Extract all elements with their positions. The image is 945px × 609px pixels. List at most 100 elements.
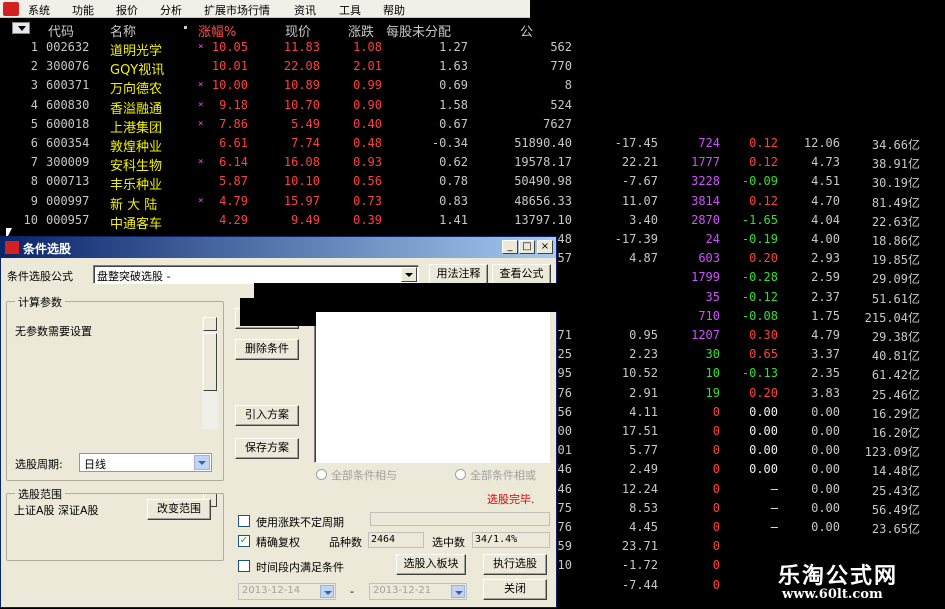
menu-system[interactable]: 系统: [28, 2, 50, 18]
col-z: 0: [712, 404, 720, 419]
col-v: 4.79: [811, 328, 840, 342]
time-range-label: 时间段内满足条件: [256, 561, 344, 574]
date-from-field[interactable]: 2013-12-14: [238, 583, 336, 600]
close-button[interactable]: 关闭: [483, 579, 547, 600]
menu-analysis[interactable]: 分析: [160, 2, 182, 18]
col-x: 7627: [543, 116, 572, 131]
run-select-button[interactable]: 执行选股: [483, 554, 547, 575]
price: 10.10: [283, 174, 320, 189]
period-combo[interactable]: 日线: [79, 453, 212, 472]
col-u: 51.61亿: [871, 291, 920, 306]
table-row[interactable]: 2 300076 GQY视讯 10.01 22.08 2.01 1.63 770: [0, 57, 945, 79]
table-row[interactable]: 8 000713 丰乐种业 5.87 10.10 0.56 0.78 50490.98 -7.6…: [0, 172, 945, 193]
save-scheme-button[interactable]: 保存方案: [235, 438, 299, 459]
col-w: -0.12: [741, 289, 778, 304]
date-to-field[interactable]: 2013-12-21: [369, 583, 467, 600]
minimize-icon[interactable]: _: [502, 240, 518, 254]
row-number: 6: [30, 136, 38, 150]
table-row[interactable]: 5 600018 上港集团 × 7.86 5.49 0.40 0.67 7627: [0, 115, 945, 136]
change-pct: 5.87: [219, 174, 248, 189]
table-row[interactable]: 9 000997 新 大 陆 × 4.79 15.97 0.73 0.83 48656.33 11…: [0, 192, 945, 213]
table-row[interactable]: 1 002632 道明光学 × 10.05 11.83 1.08 1.27 562: [0, 38, 945, 59]
conditions-list[interactable]: [314, 307, 550, 463]
chevron-down-icon[interactable]: [401, 267, 417, 282]
delete-condition-button[interactable]: 删除条件: [235, 339, 299, 360]
period-combo-value: 日线: [84, 458, 106, 471]
exact-adjust-checkbox[interactable]: ✓: [238, 535, 250, 547]
price: 5.49: [291, 116, 320, 131]
chevron-down-icon[interactable]: [451, 585, 465, 598]
chevron-down-icon[interactable]: [194, 455, 210, 470]
col-v: 4.73: [811, 155, 840, 170]
use-variable-period-checkbox[interactable]: [238, 515, 250, 527]
col-z: 1799: [691, 270, 720, 285]
variable-period-field[interactable]: [370, 512, 550, 526]
maximize-icon[interactable]: □: [519, 240, 535, 254]
scroll-thumb[interactable]: [203, 333, 217, 391]
radio-or[interactable]: [455, 469, 466, 480]
menu-news[interactable]: 资讯: [294, 2, 316, 18]
change-range-button[interactable]: 改变范围: [147, 499, 211, 520]
grid-header: 代码 名称 涨幅% 现价 涨跌 每股未分配 公: [0, 18, 560, 40]
eps: 1.58: [439, 97, 468, 112]
col-z: 0: [712, 577, 720, 592]
date-from-value: 2013-12-14: [242, 585, 301, 596]
stock-name: GQY视讯: [110, 63, 165, 79]
stock-code: 000997: [46, 193, 90, 208]
add-to-block-button[interactable]: 选股入板块: [396, 554, 466, 575]
col-v: 3.37: [811, 347, 840, 362]
chevron-down-icon[interactable]: [320, 585, 334, 598]
radio-and[interactable]: [316, 469, 327, 480]
col-x: 770: [550, 59, 572, 74]
col-u: 22.63亿: [871, 214, 920, 229]
table-row[interactable]: 6 600354 敦煌种业 6.61 7.74 0.48 -0.34 51890.40 -17.…: [0, 134, 945, 155]
close-icon[interactable]: ×: [537, 240, 553, 254]
scroll-up-icon[interactable]: [203, 317, 217, 331]
col-v: 2.37: [811, 289, 840, 304]
table-row[interactable]: 10 000957 中通客车 4.29 9.49 0.39 1.41 13797.10 3.40…: [0, 211, 945, 232]
col-u: 19.85亿: [871, 253, 920, 268]
change: 1.08: [353, 40, 382, 54]
change-pct: 6.61: [219, 136, 248, 150]
col-z: 19: [705, 385, 720, 400]
col-x: 13797.10: [514, 212, 572, 227]
eps: 0.62: [439, 155, 468, 170]
col-y: -7.67: [621, 174, 658, 189]
row-number: 4: [30, 97, 38, 112]
menu-extended-market[interactable]: 扩展市场行情: [204, 2, 270, 18]
import-scheme-button[interactable]: 引入方案: [235, 405, 299, 426]
period-label: 选股周期:: [15, 458, 63, 471]
price: 16.08: [283, 155, 320, 170]
time-range-checkbox[interactable]: [238, 560, 250, 572]
menu-help[interactable]: 帮助: [383, 2, 405, 18]
col-y: 22.21: [621, 155, 658, 170]
col-y: -1.72: [621, 558, 658, 573]
col-w: 0.00: [749, 462, 778, 477]
dialog-titlebar[interactable]: 条件选股 _ □ ×: [1, 237, 556, 258]
menu-tools[interactable]: 工具: [339, 2, 361, 18]
price: 10.89: [283, 78, 320, 93]
params-scrollbar[interactable]: [202, 317, 218, 507]
params-text: 无参数需要设置: [15, 325, 92, 338]
usage-notes-button[interactable]: 用法注释: [429, 264, 488, 285]
col-w: 0.00: [749, 424, 778, 438]
col-w: 0.12: [749, 155, 778, 170]
table-row[interactable]: 7 300009 安科生物 × 6.14 16.08 0.93 0.62 19578.17 22.…: [0, 153, 945, 174]
menu-bar: 系统 功能 报价 分析 扩展市场行情 资讯 工具 帮助: [0, 0, 530, 18]
stock-code: 300009: [46, 155, 90, 170]
col-v: 0.00: [811, 520, 840, 534]
price: 10.70: [283, 97, 320, 112]
column-dropdown-icon[interactable]: [12, 22, 30, 34]
col-z: 1777: [691, 155, 720, 170]
col-y: 8.53: [629, 500, 658, 515]
formula-combo[interactable]: 盘整突破选股 -: [93, 265, 419, 284]
redaction-bar: [254, 283, 558, 312]
menu-function[interactable]: 功能: [72, 2, 94, 18]
date-separator: -: [350, 585, 354, 598]
menu-quote[interactable]: 报价: [116, 2, 138, 18]
col-x: 524: [550, 97, 572, 112]
table-row[interactable]: 4 600830 香溢融通 × 9.18 10.70 0.90 1.58 524: [0, 96, 945, 117]
view-formula-button[interactable]: 查看公式: [492, 264, 551, 285]
table-row[interactable]: 3 600371 万向德农 × 10.00 10.89 0.99 0.69 8: [0, 76, 945, 97]
price: 22.08: [283, 59, 320, 74]
